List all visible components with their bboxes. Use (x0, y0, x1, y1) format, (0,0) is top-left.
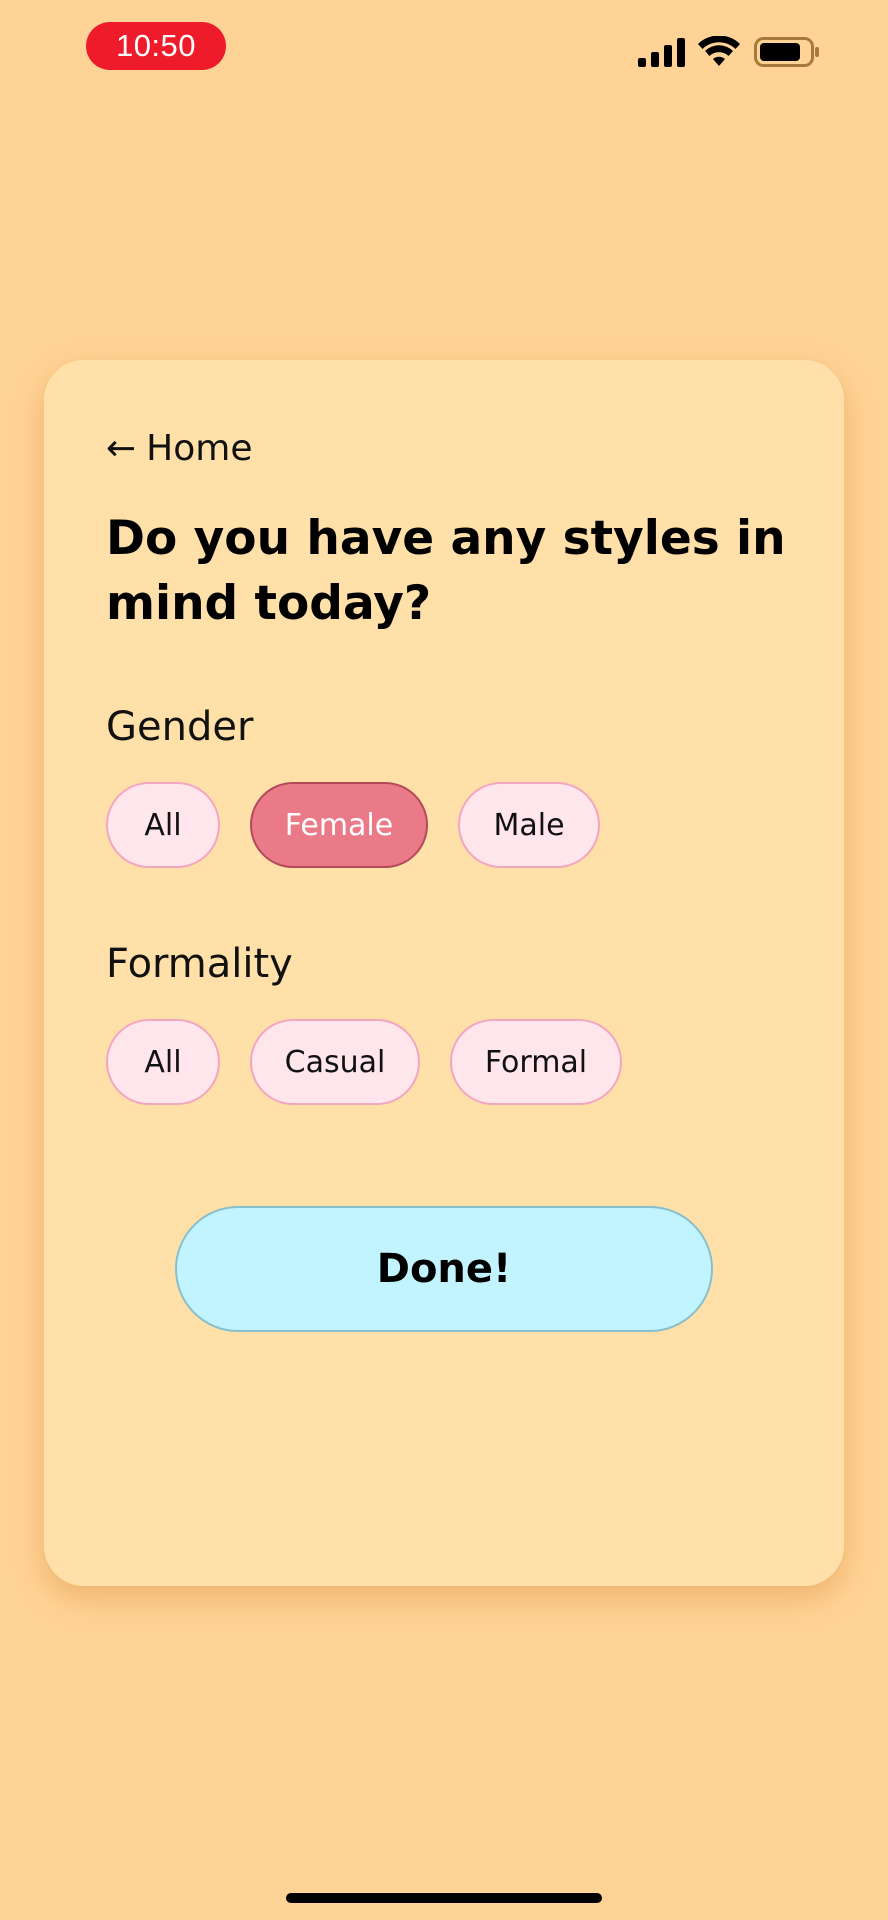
signal-icon (638, 38, 685, 67)
gender-option-female[interactable]: Female (250, 782, 428, 868)
formality-options: All Casual Formal (106, 1019, 652, 1105)
left-arrow-icon: ← (106, 427, 137, 469)
formality-option-all[interactable]: All (106, 1019, 220, 1105)
gender-label: Gender (106, 704, 254, 750)
gender-option-male[interactable]: Male (458, 782, 600, 868)
gender-options: All Female Male (106, 782, 630, 868)
status-time: 10:50 (86, 22, 226, 70)
page-title: Do you have any styles in mind today? (106, 511, 786, 631)
back-home-link[interactable]: ← Home (106, 428, 252, 469)
done-button[interactable]: Done! (175, 1206, 713, 1332)
back-link-label: Home (146, 428, 253, 469)
style-preferences-card: ← Home Do you have any styles in mind to… (44, 360, 844, 1586)
wifi-icon (698, 36, 740, 66)
formality-option-formal[interactable]: Formal (450, 1019, 622, 1105)
battery-icon (754, 37, 819, 67)
gender-option-all[interactable]: All (106, 782, 220, 868)
formality-option-casual[interactable]: Casual (250, 1019, 420, 1105)
status-icons (638, 34, 820, 70)
formality-label: Formality (106, 941, 293, 987)
home-indicator (286, 1893, 602, 1903)
